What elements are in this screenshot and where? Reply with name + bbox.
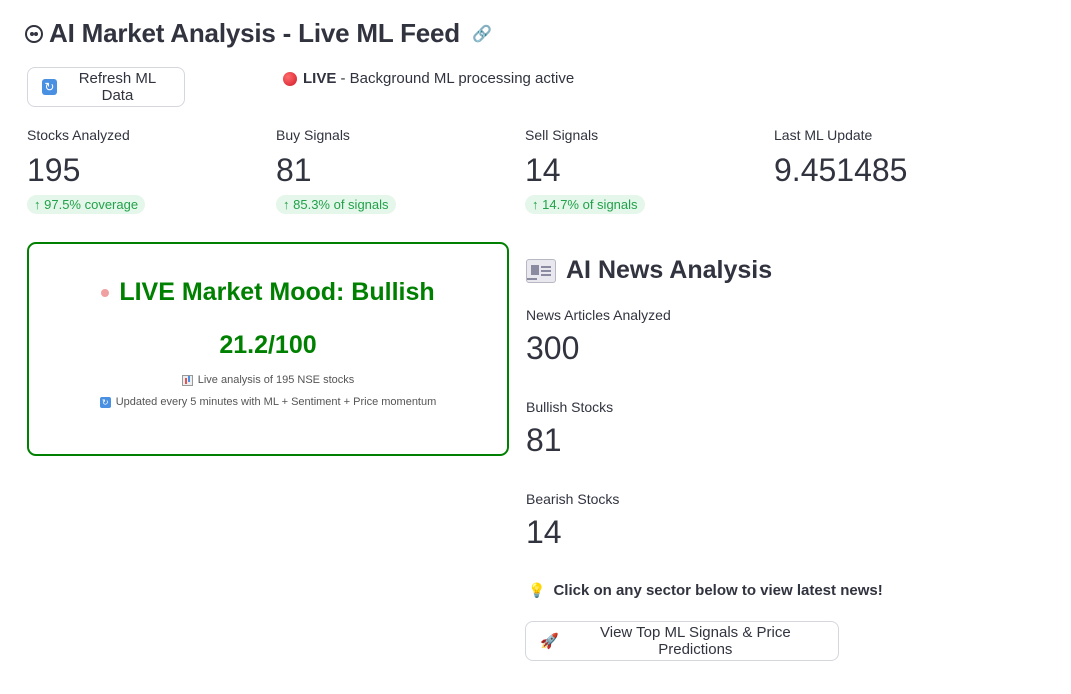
- delta-text: 85.3% of signals: [293, 197, 389, 212]
- mood-line2: Updated every 5 minutes with ML + Sentim…: [115, 396, 437, 408]
- metric-value: 14: [525, 152, 561, 188]
- metric-stocks-analyzed: Stocks Analyzed 195 ↑ 97.5% coverage: [27, 127, 267, 214]
- page-header: AI Market Analysis - Live ML Feed 🔗: [25, 18, 492, 49]
- metric-label: Bearish Stocks: [526, 491, 620, 507]
- metric-label: Stocks Analyzed: [27, 127, 130, 143]
- mood-analysis-line: Live analysis of 195 NSE stocks: [29, 374, 507, 386]
- mood-title-text: LIVE Market Mood: Bullish: [119, 278, 435, 306]
- mood-title: LIVE Market Mood: Bullish: [29, 278, 507, 307]
- metric-last-ml-update: Last ML Update 9.451485: [774, 127, 1014, 189]
- metric-label: Bullish Stocks: [526, 399, 614, 415]
- metric-news-articles: News Articles Analyzed 300: [526, 307, 826, 367]
- metric-label: News Articles Analyzed: [526, 307, 671, 323]
- news-title: AI News Analysis: [566, 256, 773, 284]
- mood-line1: Live analysis of 195 NSE stocks: [197, 374, 355, 386]
- metric-value: 195: [27, 152, 81, 188]
- tip-text: Click on any sector below to view latest…: [553, 582, 883, 599]
- metric-buy-signals: Buy Signals 81 ↑ 85.3% of signals: [276, 127, 516, 214]
- mood-update-line: ↻ Updated every 5 minutes with ML + Sent…: [29, 396, 507, 408]
- news-section-header: AI News Analysis: [526, 256, 772, 285]
- robot-mask-icon: [25, 24, 43, 43]
- metric-delta: ↑ 14.7% of signals: [525, 195, 645, 214]
- mood-score: 21.2/100: [219, 331, 317, 359]
- refresh-ml-data-button[interactable]: ↻ Refresh ML Data: [27, 67, 185, 107]
- live-status-text: - Background ML processing active: [336, 70, 575, 87]
- metric-label: Last ML Update: [774, 127, 873, 143]
- metric-label: Sell Signals: [525, 127, 599, 143]
- metric-value: 9.451485: [774, 152, 908, 188]
- metric-value: 300: [526, 330, 580, 366]
- delta-text: 97.5% coverage: [44, 197, 139, 212]
- signals-button-label: View Top ML Signals & Price Predictions: [600, 624, 791, 658]
- live-badge: LIVE: [303, 70, 337, 87]
- metric-delta: ↑ 97.5% coverage: [27, 195, 146, 214]
- light-bulb-icon: 💡: [528, 582, 546, 598]
- status-dot-icon: [101, 288, 110, 297]
- page-title: AI Market Analysis - Live ML Feed: [49, 18, 460, 48]
- bar-chart-icon: [181, 374, 193, 386]
- red-circle-icon: [283, 71, 297, 86]
- link-icon[interactable]: 🔗: [472, 24, 492, 44]
- sector-tip: 💡 Click on any sector below to view late…: [528, 582, 883, 599]
- metric-sell-signals: Sell Signals 14 ↑ 14.7% of signals: [525, 127, 765, 214]
- metric-value: 81: [526, 422, 562, 458]
- refresh-button-label: Refresh ML Data: [78, 70, 157, 104]
- metric-bearish-stocks: Bearish Stocks 14: [526, 491, 826, 551]
- metric-delta: ↑ 85.3% of signals: [276, 195, 396, 214]
- refresh-icon: ↻: [42, 79, 57, 95]
- delta-text: 14.7% of signals: [542, 197, 638, 212]
- live-status: LIVE - Background ML processing active: [283, 70, 574, 87]
- rocket-icon: 🚀: [540, 633, 559, 650]
- refresh-icon: ↻: [99, 396, 111, 408]
- metric-label: Buy Signals: [276, 127, 350, 143]
- view-top-ml-signals-button[interactable]: 🚀 View Top ML Signals & Price Prediction…: [525, 621, 839, 661]
- metric-value: 81: [276, 152, 312, 188]
- metric-value: 14: [526, 514, 562, 550]
- metric-bullish-stocks: Bullish Stocks 81: [526, 399, 826, 459]
- newspaper-icon: [526, 258, 556, 283]
- market-mood-card: LIVE Market Mood: Bullish 21.2/100 Live …: [27, 242, 509, 456]
